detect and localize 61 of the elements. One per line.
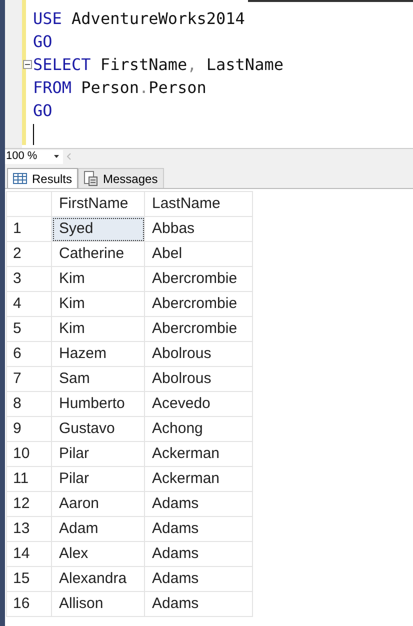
row-number: 12	[6, 492, 52, 516]
table-cell: Syed	[52, 216, 144, 242]
row-number: 11	[6, 466, 52, 492]
code-line: SELECT FirstName, LastName	[33, 54, 284, 76]
table-cell: Achong	[144, 416, 252, 442]
table-cell: Allison	[52, 592, 144, 616]
tab[interactable]: Results	[7, 168, 78, 188]
row-number: 13	[6, 516, 52, 542]
row-number: 10	[6, 442, 52, 466]
table-cell: Gustavo	[52, 416, 144, 442]
table-cell: Adam	[52, 516, 144, 542]
row-number: 15	[6, 566, 52, 592]
table-cell: Kim	[52, 316, 144, 342]
collapse-icon[interactable]	[23, 60, 32, 69]
table-cell: Abercrombie	[144, 266, 252, 292]
table-cell: Abbas	[144, 216, 252, 242]
table-cell: Adams	[144, 492, 252, 516]
table-cell: Pilar	[52, 466, 144, 492]
code-line: FROM Person.Person	[33, 77, 206, 99]
table-cell: Adams	[144, 542, 252, 566]
table-cell: Aaron	[52, 492, 144, 516]
row-number: 4	[6, 292, 52, 316]
table-cell: Abercrombie	[144, 316, 252, 342]
code-line: USE AdventureWorks2014	[33, 8, 245, 30]
table-cell: Humberto	[52, 392, 144, 416]
row-number: 3	[6, 266, 52, 292]
text-cursor	[33, 124, 34, 145]
code-line: GO	[33, 31, 52, 53]
code-line: GO	[33, 100, 52, 122]
table-cell: Catherine	[52, 242, 144, 266]
tab[interactable]: Messages	[78, 168, 164, 188]
grid-icon	[13, 173, 27, 184]
table-cell: Pilar	[52, 442, 144, 466]
row-number: 2	[6, 242, 52, 266]
table-cell: Kim	[52, 266, 144, 292]
row-number: 6	[6, 342, 52, 366]
row-number: 8	[6, 392, 52, 416]
table-cell: Abel	[144, 242, 252, 266]
row-number: 16	[6, 592, 52, 616]
row-number: 14	[6, 542, 52, 566]
row-number: 7	[6, 366, 52, 392]
table-cell: Abolrous	[144, 366, 252, 392]
table-cell: Alex	[52, 542, 144, 566]
table-cell: Ackerman	[144, 466, 252, 492]
table-cell: Abolrous	[144, 342, 252, 366]
row-number: 9	[6, 416, 52, 442]
row-number: 5	[6, 316, 52, 342]
dropdown-arrow-icon	[54, 155, 59, 158]
table-cell: Adams	[144, 566, 252, 592]
table-cell: Alexandra	[52, 566, 144, 592]
table-cell: Adams	[144, 516, 252, 542]
table-cell: Acevedo	[144, 392, 252, 416]
table-cell: Abercrombie	[144, 292, 252, 316]
table-cell: Kim	[52, 292, 144, 316]
column-header[interactable]: LastName	[144, 192, 252, 216]
zoom-dropdown[interactable]: 100 %	[5, 150, 63, 164]
table-cell: Adams	[144, 592, 252, 616]
table-cell: Sam	[52, 366, 144, 392]
table-cell: Hazem	[52, 342, 144, 366]
table-cell: Ackerman	[144, 442, 252, 466]
document-icon	[84, 171, 98, 186]
